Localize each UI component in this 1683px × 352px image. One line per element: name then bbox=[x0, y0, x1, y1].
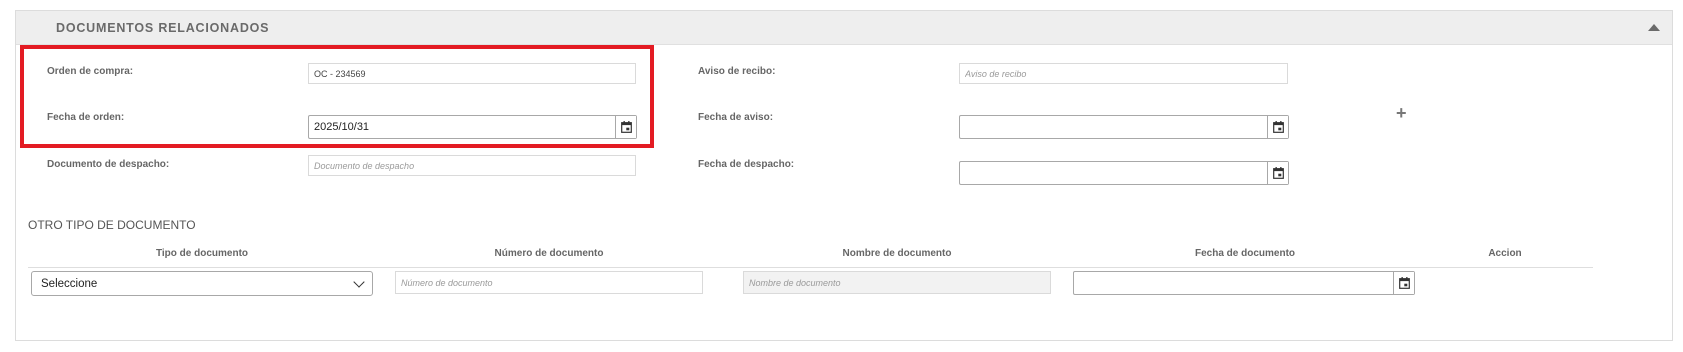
chevron-up-icon[interactable] bbox=[1648, 24, 1660, 31]
fecha-documento-datepicker[interactable] bbox=[1073, 271, 1415, 295]
calendar-icon[interactable] bbox=[1393, 272, 1414, 294]
column-header-nombre: Nombre de documento bbox=[842, 248, 952, 259]
orden-compra-label: Orden de compra: bbox=[47, 66, 134, 77]
orden-compra-input[interactable] bbox=[308, 63, 636, 84]
numero-documento-input[interactable] bbox=[395, 271, 703, 294]
fecha-aviso-datepicker[interactable] bbox=[959, 115, 1289, 139]
calendar-icon[interactable] bbox=[1267, 162, 1288, 184]
aviso-recibo-input[interactable] bbox=[959, 63, 1288, 84]
column-header-fecha: Fecha de documento bbox=[1194, 248, 1296, 259]
documento-despacho-input[interactable] bbox=[308, 155, 636, 176]
fecha-orden-datepicker[interactable]: 2025/10/31 bbox=[308, 115, 637, 139]
calendar-icon[interactable] bbox=[1267, 116, 1288, 138]
nombre-documento-input[interactable] bbox=[743, 271, 1051, 294]
column-header-numero: Número de documento bbox=[494, 248, 604, 259]
fecha-orden-value: 2025/10/31 bbox=[314, 121, 370, 133]
tipo-documento-selected: Seleccione bbox=[41, 278, 98, 290]
fecha-despacho-datepicker[interactable] bbox=[959, 161, 1289, 185]
column-header-accion: Accion bbox=[1488, 248, 1522, 259]
documento-despacho-label: Documento de despacho: bbox=[47, 159, 170, 170]
column-header-tipo: Tipo de documento bbox=[155, 248, 249, 259]
plus-icon[interactable]: + bbox=[1396, 104, 1407, 122]
calendar-icon[interactable] bbox=[615, 116, 636, 138]
fecha-orden-label: Fecha de orden: bbox=[47, 112, 125, 123]
panel-header[interactable]: DOCUMENTOS RELACIONADOS bbox=[16, 11, 1672, 45]
chevron-down-icon bbox=[353, 276, 365, 288]
panel-title: DOCUMENTOS RELACIONADOS bbox=[56, 21, 270, 35]
tipo-documento-select[interactable]: Seleccione bbox=[31, 271, 373, 296]
fecha-aviso-label: Fecha de aviso: bbox=[698, 112, 774, 123]
fecha-despacho-label: Fecha de despacho: bbox=[698, 159, 795, 170]
table-divider bbox=[28, 267, 1593, 268]
section-title-otro-tipo: OTRO TIPO DE DOCUMENTO bbox=[28, 218, 196, 232]
aviso-recibo-label: Aviso de recibo: bbox=[698, 66, 776, 77]
